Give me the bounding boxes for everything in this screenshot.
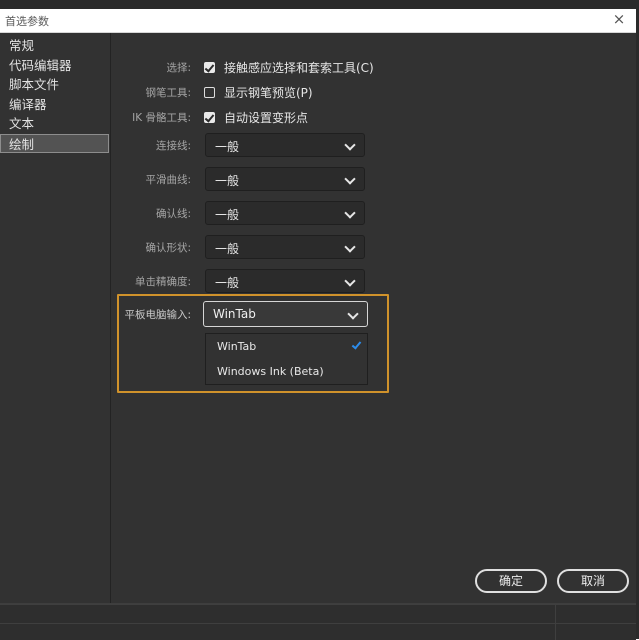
outer-backdrop-top — [0, 0, 639, 9]
click-accuracy-label: 单击精确度: — [134, 276, 191, 288]
pen-preview-text: 显示钢笔预览(P) — [224, 86, 313, 100]
auto-transform-text: 自动设置变形点 — [224, 111, 309, 125]
selection-label: 选择: — [166, 62, 191, 74]
connect-lines-select[interactable]: 一般 — [205, 133, 365, 157]
ik-bone-label: IK 骨骼工具: — [132, 112, 191, 124]
recognize-shapes-select[interactable]: 一般 — [205, 235, 365, 259]
auto-transform-checkbox[interactable] — [204, 112, 215, 123]
ok-button[interactable]: 确定 — [475, 569, 547, 593]
contact-sensitive-text: 接触感应选择和套索工具(C) — [224, 61, 374, 75]
footer-divider — [0, 623, 636, 624]
chevron-down-icon — [344, 173, 356, 185]
chevron-down-icon — [344, 241, 356, 253]
smooth-curves-value: 一般 — [215, 174, 240, 188]
smooth-curves-label: 平滑曲线: — [145, 174, 191, 186]
highlight-annotation-box — [117, 294, 389, 393]
close-icon[interactable]: × — [610, 10, 628, 28]
footer-divider-vertical — [555, 604, 556, 640]
click-accuracy-select[interactable]: 一般 — [205, 269, 365, 293]
preferences-dialog: 常规 代码编辑器 脚本文件 编译器 文本 绘制 选择: 接触感应选择和套索工具(… — [0, 33, 636, 640]
dialog-title: 首选参数 — [5, 15, 49, 28]
recognize-lines-label: 确认线: — [155, 208, 191, 220]
dialog-footer — [0, 603, 636, 640]
recognize-lines-value: 一般 — [215, 208, 240, 222]
chevron-down-icon — [344, 139, 356, 151]
recognize-shapes-label: 确认形状: — [145, 242, 191, 254]
recognize-lines-select[interactable]: 一般 — [205, 201, 365, 225]
contact-sensitive-checkbox[interactable] — [204, 62, 215, 73]
chevron-down-icon — [344, 275, 356, 287]
chevron-down-icon — [344, 207, 356, 219]
dialog-titlebar: 首选参数 × — [0, 9, 636, 33]
recognize-shapes-value: 一般 — [215, 242, 240, 256]
pen-tool-label: 钢笔工具: — [145, 87, 191, 99]
connect-lines-value: 一般 — [215, 140, 240, 154]
click-accuracy-value: 一般 — [215, 276, 240, 290]
pen-preview-checkbox[interactable] — [204, 87, 215, 98]
footer-divider — [0, 604, 636, 605]
connect-lines-label: 连接线: — [155, 140, 191, 152]
smooth-curves-select[interactable]: 一般 — [205, 167, 365, 191]
sidebar-item-general[interactable]: 常规 — [0, 36, 110, 56]
cancel-button[interactable]: 取消 — [557, 569, 629, 593]
